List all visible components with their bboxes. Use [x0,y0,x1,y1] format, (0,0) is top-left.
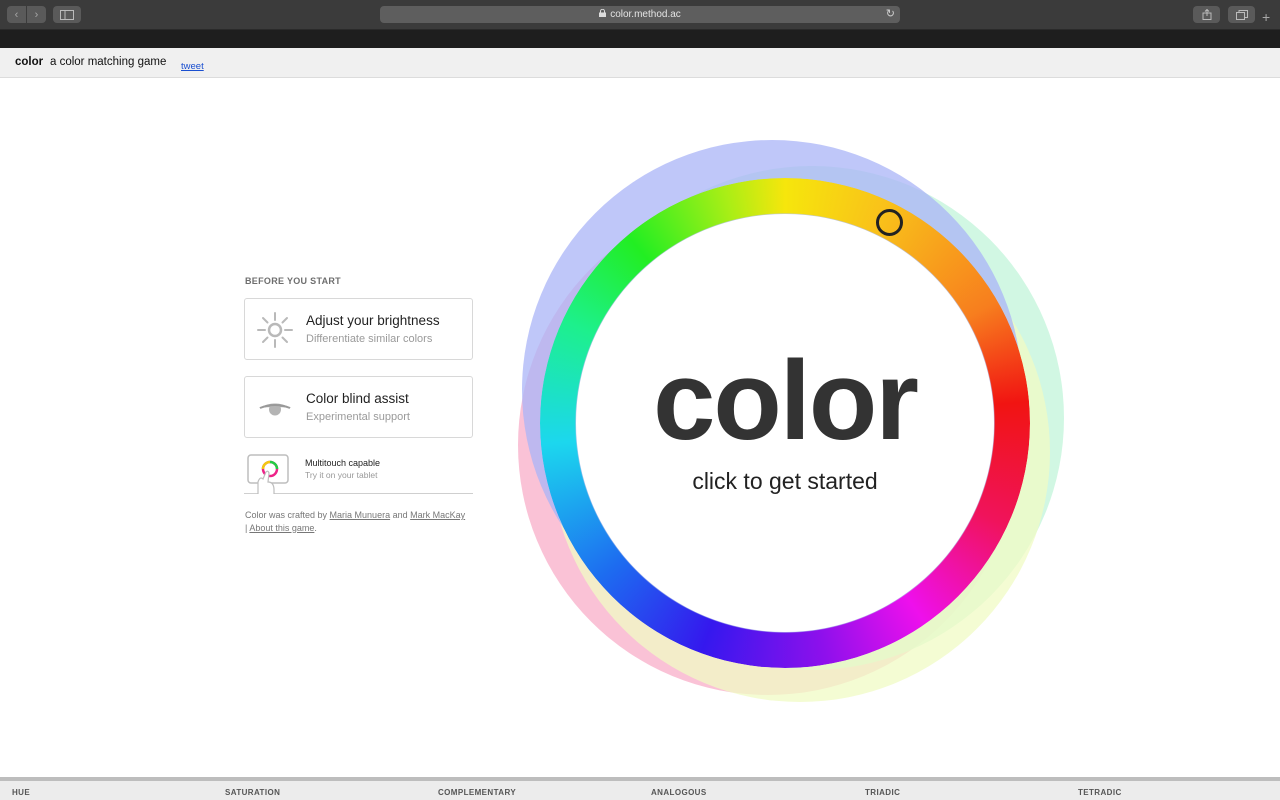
credits-text: Color was crafted by Maria Munuera and M… [245,509,477,534]
brightness-subtitle: Differentiate similar colors [306,333,433,345]
tabs-icon[interactable] [1228,6,1255,23]
credits-prefix: Color was crafted by [245,510,330,520]
chevron-left-icon[interactable]: ‹ [7,6,26,23]
site-header: color a color matching game tweet [0,48,1280,78]
multitouch-subtitle: Try it on your tablet [305,470,378,480]
eye-icon [257,390,293,426]
credits-and: and [390,510,411,520]
credits-suffix: . [314,522,317,533]
sun-icon [257,312,293,348]
color-blind-card[interactable]: Color blind assist Experimental support [244,376,473,438]
plus-icon[interactable]: + [1262,10,1270,24]
tab-tetradic[interactable]: TETRADIC [1078,788,1122,797]
tweet-link[interactable]: tweet [181,61,204,72]
url-text: color.method.ac [610,9,681,20]
color-blind-title: Color blind assist [306,391,409,406]
sidebar-icon[interactable] [53,6,81,23]
multitouch-title: Multitouch capable [305,458,381,468]
lock-icon [599,8,607,20]
start-prompt[interactable]: click to get started [500,468,1070,495]
game-title: color [653,338,919,463]
tab-complementary[interactable]: COMPLEMENTARY [438,788,516,797]
address-bar[interactable]: color.method.ac ↻ [380,6,900,23]
tagline: a color matching game [50,56,167,68]
author-link-mark[interactable]: Mark MacKay [410,510,465,520]
reload-icon[interactable]: ↻ [886,7,895,20]
color-blind-subtitle: Experimental support [306,411,410,423]
tab-strip [0,30,1280,48]
chevron-right-icon[interactable]: › [27,6,46,23]
tablet-icon [244,452,296,494]
browser-toolbar: ‹ › color.method.ac ↻ + [0,0,1280,30]
about-game-link[interactable]: About this game [249,523,314,533]
multitouch-info: Multitouch capable Try it on your tablet [244,450,473,494]
brightness-title: Adjust your brightness [306,313,440,328]
color-wheel-start[interactable]: color click to get started [500,140,1070,710]
tab-analogous[interactable]: ANALOGOUS [651,788,707,797]
brightness-card[interactable]: Adjust your brightness Differentiate sim… [244,298,473,360]
share-icon[interactable] [1193,6,1220,23]
tab-hue[interactable]: HUE [12,788,30,797]
brand-name: color [15,56,44,68]
author-link-maria[interactable]: Maria Munuera [330,510,391,520]
nav-buttons: ‹ › [7,6,46,23]
mode-tabs: HUE SATURATION COMPLEMENTARY ANALOGOUS T… [0,777,1280,800]
hue-cursor[interactable] [876,209,903,236]
tab-triadic[interactable]: TRIADIC [865,788,900,797]
tab-saturation[interactable]: SATURATION [225,788,280,797]
before-you-start-heading: BEFORE YOU START [245,276,341,286]
